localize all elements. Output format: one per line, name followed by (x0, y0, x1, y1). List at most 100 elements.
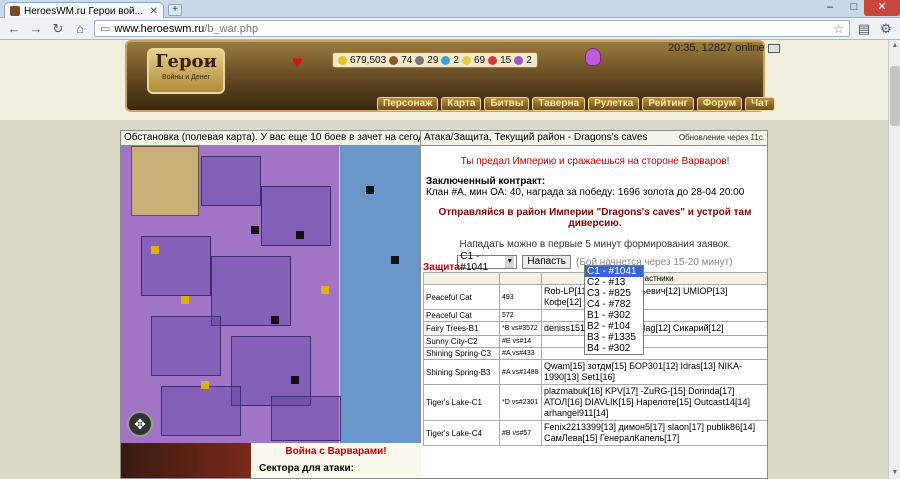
district-flag-icon[interactable] (321, 286, 329, 294)
contract-details: Клан #A, мин ОА: 40, награда за победу: … (426, 187, 745, 198)
district-flag-icon[interactable] (271, 316, 279, 324)
close-window-button[interactable]: ✕ (864, 0, 900, 16)
dropdown-option[interactable]: C1 - #1041 (585, 266, 643, 277)
new-tab-button[interactable]: + (168, 4, 182, 16)
tab-close-icon[interactable]: ✕ (150, 6, 158, 17)
home-icon[interactable]: ⌂ (72, 21, 88, 37)
district-flag-icon[interactable] (296, 231, 304, 239)
health-heart-icon: ♥ (292, 52, 303, 72)
district-flag-icon[interactable] (251, 226, 259, 234)
row-district[interactable]: Tiger's Lake-C4 (423, 420, 500, 446)
row-members[interactable]: Fenix2213399[13] димон5[17] slaon[17] pu… (541, 420, 767, 446)
page-menu-icon[interactable]: ▤ (856, 21, 872, 37)
dropdown-option[interactable]: B1 - #302 (585, 310, 643, 321)
map-district[interactable] (201, 156, 261, 206)
scroll-thumb[interactable] (890, 66, 900, 126)
row-district[interactable]: Peaceful Cat (423, 309, 500, 322)
dropdown-option[interactable]: B4 - #302 (585, 343, 643, 354)
nav-character[interactable]: Персонаж (377, 97, 439, 111)
map-district[interactable] (151, 316, 221, 376)
row-district[interactable]: Fairy Trees-B1 (423, 321, 500, 336)
row-members[interactable] (541, 309, 767, 322)
nav-chat[interactable]: Чат (745, 97, 775, 111)
scroll-up-icon[interactable]: ▲ (889, 40, 900, 52)
game-logo[interactable]: Герои Войны и Денег (147, 48, 225, 94)
bookmark-star-icon[interactable]: ☆ (833, 22, 844, 36)
row-vs: *B vs#3572 (499, 321, 542, 336)
district-flag-icon[interactable] (181, 296, 189, 304)
browser-toolbar: ← → ↻ ⌂ ▭ www.heroeswm.ru/b_war.php ☆ ▤ … (0, 18, 900, 40)
mercury-icon (441, 55, 451, 65)
map-district[interactable] (141, 236, 211, 296)
row-vs: #A vs#433 (499, 347, 542, 360)
district-flag-icon[interactable] (201, 381, 209, 389)
col-district (423, 272, 500, 285)
dropdown-option[interactable]: B2 - #104 (585, 321, 643, 332)
compass-icon[interactable]: ✥ (127, 411, 153, 437)
field-map[interactable]: ✥ (121, 146, 421, 443)
attack-note: Нападать можно в первые 5 минут формиров… (459, 239, 731, 250)
browser-tab[interactable]: HeroesWM.ru Герои вой... ✕ (4, 2, 164, 19)
table-row[interactable]: Tiger's Lake-C4 #B vs#57 Fenix2213399[13… (423, 420, 767, 446)
nav-roulette[interactable]: Рулетка (588, 97, 640, 111)
district-flag-icon[interactable] (151, 246, 159, 254)
nav-map[interactable]: Карта (441, 97, 482, 111)
crystal-icon (488, 55, 498, 65)
scroll-down-icon[interactable]: ▼ (889, 467, 900, 479)
attack-button[interactable]: Напасть (522, 255, 571, 269)
district-flag-icon[interactable] (291, 376, 299, 384)
row-members[interactable]: Rob-LP[11] Егор_Васильевич[12] UMIOP[13]… (541, 284, 767, 310)
attack-panel: Ты предал Империю и сражаешься на сторон… (421, 146, 767, 478)
row-members[interactable] (541, 347, 767, 360)
dropdown-option[interactable]: C3 - #825 (585, 288, 643, 299)
mail-icon[interactable] (767, 43, 780, 53)
dropdown-option[interactable]: C2 - #13 (585, 277, 643, 288)
map-district[interactable] (161, 386, 241, 436)
reload-icon[interactable]: ↻ (50, 21, 66, 37)
forward-icon[interactable]: → (28, 21, 44, 37)
nav-forum[interactable]: Форум (696, 97, 743, 111)
maximize-button[interactable]: □ (842, 0, 866, 16)
attack-heading-text: Атака/Защита, Текущий район - Dragons's … (424, 132, 648, 143)
refresh-timer: Обновление через 11с. (678, 133, 765, 142)
district-flag-icon[interactable] (391, 256, 399, 264)
address-bar[interactable]: ▭ www.heroeswm.ru/b_war.php ☆ (94, 20, 850, 37)
map-district[interactable] (271, 396, 341, 441)
district-flag-icon[interactable] (366, 186, 374, 194)
url-path: /b_war.php (204, 22, 259, 35)
nav-rating[interactable]: Рейтинг (642, 97, 694, 111)
row-members[interactable]: Qwam[15] зотдм[15] БОР301[12] Idras[13] … (541, 359, 767, 385)
row-district[interactable]: Tiger's Lake-C1 (423, 384, 500, 421)
dropdown-option[interactable]: B3 - #1335 (585, 332, 643, 343)
back-icon[interactable]: ← (6, 21, 22, 37)
logo-sub: Войны и Денег (161, 74, 211, 81)
page-scrollbar[interactable]: ▲ ▼ (888, 40, 900, 479)
res-mercury: 2 (453, 54, 459, 66)
sector-dropdown-list[interactable]: C1 - #1041 C2 - #13 C3 - #825 C4 - #782 … (584, 265, 644, 355)
game-nav: Персонаж Карта Битвы Таверна Рулетка Рей… (377, 97, 775, 111)
capital-castle[interactable] (131, 146, 199, 216)
row-district[interactable]: Shining Spring-C3 (423, 347, 500, 360)
row-vs: #A vs#1488 (499, 359, 542, 385)
table-row[interactable]: Tiger's Lake-C1 *D vs#2301 plazmabuk[16]… (423, 384, 767, 421)
row-members[interactable]: deniss151515[11] King-Mag[12] Сикарий[12… (541, 321, 767, 336)
row-district[interactable]: Shining Spring-B3 (423, 359, 500, 385)
dropdown-option[interactable]: C4 - #782 (585, 299, 643, 310)
nav-battles[interactable]: Битвы (484, 97, 530, 111)
map-district[interactable] (211, 256, 291, 326)
nav-tavern[interactable]: Таверна (532, 97, 586, 111)
map-sea (340, 146, 420, 443)
ore-icon (415, 55, 425, 65)
map-heading: Обстановка (полевая карта). У вас еще 10… (121, 131, 421, 146)
sector-select[interactable]: C1 - #1041 ▼ (457, 251, 518, 273)
row-members[interactable] (541, 335, 767, 348)
row-district[interactable]: Peaceful Cat (423, 284, 500, 310)
row-district[interactable]: Sunny City-C2 (423, 335, 500, 348)
wrench-icon[interactable]: ⚙ (878, 21, 894, 37)
row-members[interactable]: plazmabuk[16] KPV[17] -ZuRG-[15] Dorinda… (541, 384, 767, 421)
war-title: Война с Варварами! (285, 446, 387, 457)
minimize-button[interactable]: – (818, 0, 842, 16)
chevron-down-icon[interactable]: ▼ (505, 256, 515, 268)
table-row[interactable]: Shining Spring-B3 #A vs#1488 Qwam[15] зо… (423, 359, 767, 385)
mana-potion-icon (585, 48, 601, 66)
